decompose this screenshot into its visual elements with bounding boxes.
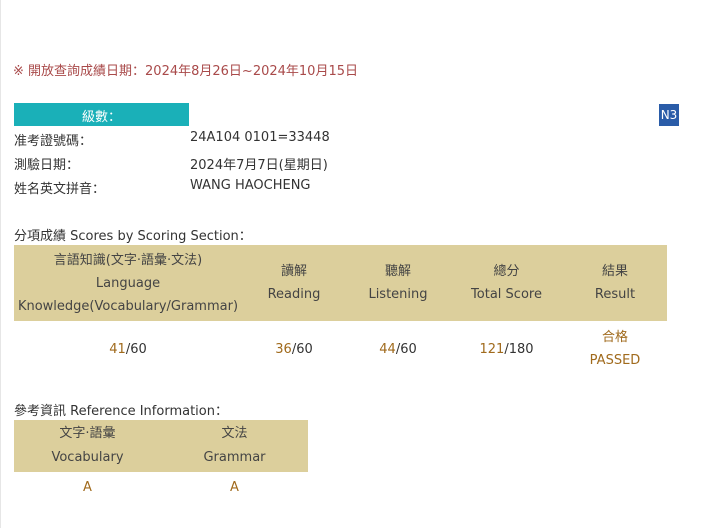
scores-value-row: 41/60 36/60 44/60 121/180 合格 PASSED xyxy=(14,321,667,377)
score-listening: 44/60 xyxy=(346,321,450,377)
score-reading-value: 36 xyxy=(275,341,292,357)
header-listening-en: Listening xyxy=(368,287,428,302)
score-total-value: 121 xyxy=(479,341,505,357)
level-header-bar: 級數： xyxy=(14,103,189,126)
scores-section-title: 分項成績 Scores by Scoring Section： xyxy=(14,229,252,244)
score-total: 121/180 xyxy=(450,321,563,377)
header-language-knowledge-zh: 言語知識(文字‧語彙‧文法) xyxy=(53,252,203,268)
score-listening-max: /60 xyxy=(395,341,417,357)
score-listening-value: 44 xyxy=(379,341,396,357)
score-reading-max: /60 xyxy=(291,341,313,357)
result-cell: 合格 PASSED xyxy=(563,321,667,377)
exam-number-label: 准考證號碼： xyxy=(14,134,93,149)
scores-header-row: 言語知識(文字‧語彙‧文法) Language Knowledge(Vocabu… xyxy=(14,245,667,321)
header-listening-zh: 聽解 xyxy=(384,264,411,279)
score-total-max: /180 xyxy=(504,341,534,357)
level-label: 級數： xyxy=(81,110,121,125)
reference-value-row: A A xyxy=(14,472,308,502)
exam-number-value: 24A104 0101=33448 xyxy=(190,130,330,145)
level-badge: N3 xyxy=(659,104,679,126)
score-reading: 36/60 xyxy=(242,321,346,377)
header-listening: 聽解 Listening xyxy=(346,245,450,321)
header-vocabulary-en: Vocabulary xyxy=(51,450,124,465)
left-border xyxy=(0,0,1,528)
header-result-en: Result xyxy=(594,287,636,302)
header-vocabulary: 文字‧語彙 Vocabulary xyxy=(14,420,161,472)
header-grammar-en: Grammar xyxy=(203,450,266,465)
test-date-value: 2024年7月7日(星期日) xyxy=(190,158,328,173)
header-total-zh: 總分 xyxy=(493,264,520,279)
grade-vocabulary: A xyxy=(83,479,92,495)
header-vocabulary-zh: 文字‧語彙 xyxy=(59,426,116,441)
grade-grammar: A xyxy=(230,479,239,495)
header-language-knowledge-en1: Language xyxy=(95,275,161,291)
name-label: 姓名英文拼音： xyxy=(14,182,106,197)
score-query-period-notice: ※ 開放查詢成績日期：2024年8月26日~2024年10月15日 xyxy=(13,64,358,79)
score-language-knowledge-max: /60 xyxy=(125,341,147,357)
score-language-knowledge: 41/60 xyxy=(14,321,242,377)
header-reading: 讀解 Reading xyxy=(242,245,346,321)
header-language-knowledge: 言語知識(文字‧語彙‧文法) Language Knowledge(Vocabu… xyxy=(14,245,242,321)
reference-header-row: 文字‧語彙 Vocabulary 文法 Grammar xyxy=(14,420,308,472)
score-language-knowledge-value: 41 xyxy=(109,341,126,357)
header-total-score: 總分 Total Score xyxy=(450,245,563,321)
header-grammar-zh: 文法 xyxy=(221,426,248,441)
result-en: PASSED xyxy=(589,353,641,368)
reference-section-title: 參考資訊 Reference Information： xyxy=(14,404,228,419)
scores-table: 言語知識(文字‧語彙‧文法) Language Knowledge(Vocabu… xyxy=(14,245,667,377)
header-result: 結果 Result xyxy=(563,245,667,321)
header-language-knowledge-en2: Knowledge(Vocabulary/Grammar) xyxy=(17,298,239,314)
reference-table: 文字‧語彙 Vocabulary 文法 Grammar A A xyxy=(14,420,308,502)
header-total-en: Total Score xyxy=(471,287,542,302)
header-reading-en: Reading xyxy=(267,287,321,302)
result-zh: 合格 xyxy=(601,330,628,345)
header-reading-zh: 讀解 xyxy=(280,264,307,279)
header-grammar: 文法 Grammar xyxy=(161,420,308,472)
name-value: WANG HAOCHENG xyxy=(190,178,311,193)
test-date-label: 測驗日期： xyxy=(14,158,80,173)
header-result-zh: 結果 xyxy=(601,264,628,279)
